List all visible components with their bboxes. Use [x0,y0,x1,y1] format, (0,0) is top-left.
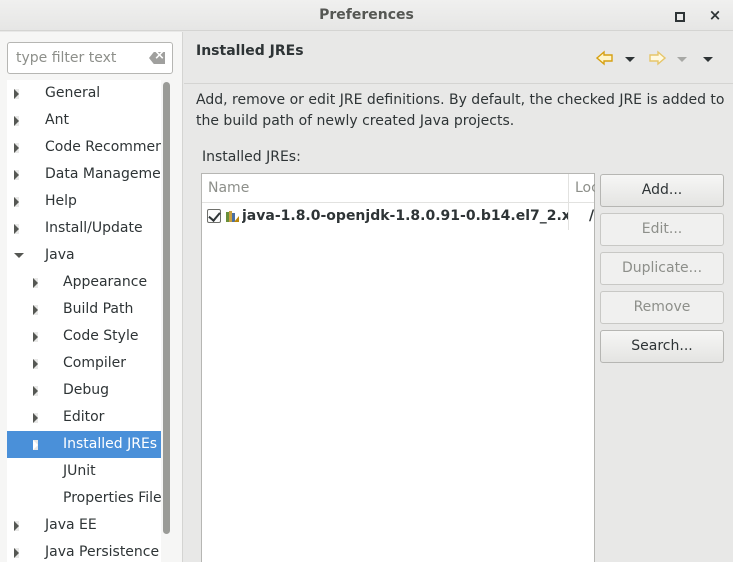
tree-item-label: Java [45,247,75,263]
tree-item-label: Installed JREs [63,436,158,452]
chevron-right-icon[interactable] [14,116,19,126]
tree-item-appearance[interactable]: Appearance [7,269,161,296]
tree-item-debug[interactable]: Debug [7,377,161,404]
tree-item-label: JUnit [63,463,96,479]
chevron-right-icon[interactable] [33,332,38,342]
view-menu-chevron-down-icon[interactable] [703,57,713,62]
jre-library-icon [225,209,240,224]
back-menu-chevron-down-icon[interactable] [625,57,635,62]
column-header-location[interactable]: Location [575,180,595,196]
clear-filter-icon[interactable] [149,52,165,64]
tree-item-label: Install/Update [45,220,143,236]
chevron-right-icon[interactable] [33,413,38,423]
duplicate-button[interactable]: Duplicate... [600,252,724,285]
edit-button[interactable]: Edit... [600,213,724,246]
table-header: Name Location [202,174,595,203]
tree-item-label: Code Style [63,328,139,344]
tree-item-label: Code Recommenders [45,139,161,155]
installed-jres-label: Installed JREs: [202,149,301,165]
close-icon[interactable]: × [706,6,724,24]
page-description: Add, remove or edit JRE definitions. By … [196,92,725,129]
tree-item-label: General [45,85,101,101]
preference-page: Installed JREs Add, remove or edit JRE d… [184,32,733,562]
column-header-location-label: Location [575,180,595,196]
search-button[interactable]: Search... [600,330,724,363]
tree-item-java-ee[interactable]: Java EE [7,512,161,539]
chevron-right-icon[interactable] [33,440,38,450]
chevron-down-icon[interactable] [14,253,24,258]
tree-item-label: Help [45,193,77,209]
tree-item-install-update[interactable]: Install/Update [7,215,161,242]
tree-item-compiler[interactable]: Compiler [7,350,161,377]
tree-item-label: Data Management [45,166,161,182]
tree-item-code-recommenders[interactable]: Code Recommenders [7,134,161,161]
header-divider [184,83,733,84]
tree-item-label: Debug [63,382,110,398]
column-header-name[interactable]: Name [208,180,249,196]
tree-item-data-management[interactable]: Data Management [7,161,161,188]
chevron-right-icon[interactable] [14,224,19,234]
tree-item-junit[interactable]: JUnit [7,458,161,485]
jre-default-checkbox[interactable] [207,209,221,223]
tree-item-installed-jres[interactable]: Installed JREs [7,431,161,458]
tree-item-general[interactable]: General [7,80,161,107]
scrollbar-thumb[interactable] [163,82,170,534]
back-icon[interactable] [596,50,614,66]
jre-location-cell: / [589,208,595,224]
tree-item-build-path[interactable]: Build Path [7,296,161,323]
tree-item-label: Java Persistence [45,544,160,560]
chevron-right-icon[interactable] [33,386,38,396]
jre-table: Name Location java-1.8.0-openjdk-1.8.0.9… [201,173,595,562]
page-title: Installed JREs [196,43,304,59]
tree-item-java[interactable]: Java [7,242,161,269]
chevron-right-icon[interactable] [14,143,19,153]
jre-name-cell: java-1.8.0-openjdk-1.8.0.91-0.b14.el7_2.… [242,208,568,224]
forward-icon[interactable] [648,50,666,66]
table-row[interactable]: java-1.8.0-openjdk-1.8.0.91-0.b14.el7_2.… [202,204,594,230]
tree-item-label: Properties Files Editor [63,490,161,506]
tree-item-label: Appearance [63,274,148,290]
tree-item-properties-files-editor[interactable]: Properties Files Editor [7,485,161,512]
chevron-right-icon[interactable] [14,170,19,180]
tree-item-code-style[interactable]: Code Style [7,323,161,350]
chevron-right-icon[interactable] [33,278,38,288]
chevron-right-icon[interactable] [33,305,38,315]
add-button[interactable]: Add... [600,174,724,207]
tree-item-editor[interactable]: Editor [7,404,161,431]
filter-input[interactable] [16,50,144,66]
window-title: Preferences [319,7,414,23]
chevron-right-icon[interactable] [33,359,38,369]
preferences-tree: General Ant Code Recommenders Data Manageme… [7,80,161,562]
remove-button[interactable]: Remove [600,291,724,324]
tree-item-help[interactable]: Help [7,188,161,215]
maximize-icon[interactable] [670,6,688,24]
tree-item-ant[interactable]: Ant [7,107,161,134]
tree-scrollbar[interactable] [161,80,173,562]
tree-item-label: Ant [45,112,69,128]
title-bar: Preferences × [0,0,733,31]
chevron-right-icon[interactable] [14,521,19,531]
tree-item-label: Editor [63,409,105,425]
preferences-sidebar: General Ant Code Recommenders Data Manageme… [0,32,183,562]
chevron-right-icon[interactable] [14,197,19,207]
chevron-right-icon[interactable] [14,548,19,558]
filter-box [7,42,173,74]
tree-item-java-persistence[interactable]: Java Persistence [7,539,161,562]
chevron-right-icon[interactable] [14,89,19,99]
tree-item-label: Java EE [45,517,97,533]
tree-item-label: Build Path [63,301,134,317]
tree-item-label: Compiler [63,355,127,371]
forward-menu-chevron-down-icon[interactable] [677,57,687,62]
